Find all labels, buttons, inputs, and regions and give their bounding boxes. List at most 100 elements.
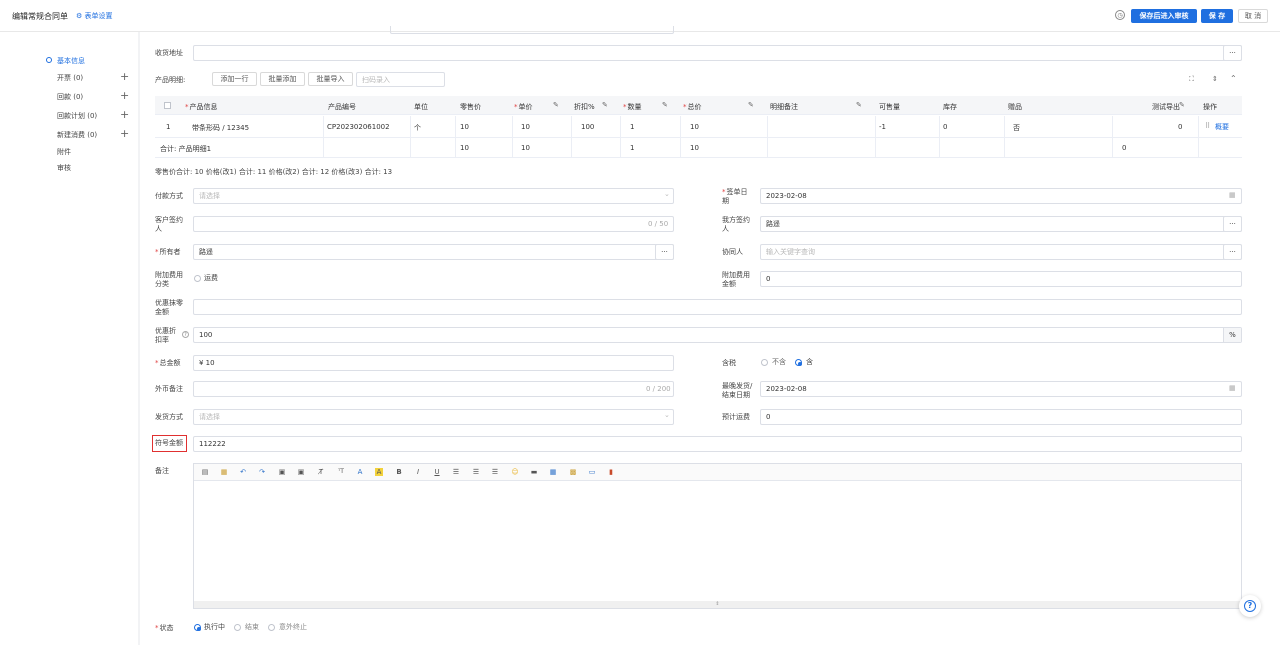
table-icon[interactable]: ▦ <box>549 468 557 476</box>
plus-icon[interactable]: + <box>120 127 129 140</box>
source-icon[interactable]: ▤ <box>201 468 209 476</box>
more-icon[interactable]: ··· <box>655 244 674 260</box>
paste-icon[interactable]: ▣ <box>278 468 286 476</box>
sidebar-item-attachments[interactable]: 附件 <box>57 147 71 157</box>
discount-rounding-input[interactable] <box>193 299 1242 315</box>
sidebar-item-review[interactable]: 审核 <box>57 163 71 173</box>
bg-color-icon[interactable]: A <box>375 468 383 476</box>
symbol-amount-input[interactable]: 112222 <box>193 436 1242 452</box>
select-all-checkbox[interactable] <box>164 102 171 109</box>
more-icon[interactable]: ··· <box>1223 244 1242 260</box>
tax-included-option[interactable]: 含 <box>806 358 813 367</box>
customer-signer-input[interactable] <box>193 216 674 232</box>
edit-icon[interactable]: ✎ <box>662 101 668 109</box>
tax-excluded-radio[interactable] <box>761 359 768 366</box>
owner-input[interactable]: 路遥 <box>193 244 674 260</box>
sum-label: 合计: 产品明细1 <box>160 145 212 153</box>
payment-method-select[interactable]: 请选择 <box>193 188 674 204</box>
ship-method-select[interactable]: 请选择 <box>193 409 674 425</box>
freight-radio[interactable] <box>194 275 201 282</box>
status-terminated-option[interactable]: 意外终止 <box>279 623 307 632</box>
image-icon[interactable]: ▩ <box>569 468 577 476</box>
help-button[interactable]: ? <box>1239 595 1261 617</box>
clock-icon[interactable]: ◷ <box>1115 10 1125 20</box>
edit-icon[interactable]: ✎ <box>553 101 559 109</box>
freight-option[interactable]: 运费 <box>204 274 218 283</box>
save-and-review-button[interactable]: 保存后进入审核 <box>1131 9 1197 23</box>
edit-icon[interactable]: ✎ <box>748 101 754 109</box>
attachment-icon[interactable]: ▮ <box>607 468 615 476</box>
sign-date-input[interactable]: 2023-02-08 <box>760 188 1242 204</box>
resize-handle[interactable]: ⇕ <box>194 601 1241 608</box>
help-icon[interactable]: ? <box>182 331 189 338</box>
status-ended-radio[interactable] <box>234 624 241 631</box>
sidebar-item-new-consumption[interactable]: 新建消费 (0) <box>57 130 97 140</box>
status-active-option[interactable]: 执行中 <box>204 623 225 632</box>
font-size-icon[interactable]: ᵀT <box>337 468 345 476</box>
insert-line-icon[interactable]: ▬ <box>530 468 538 476</box>
form-settings-link[interactable]: ⚙ 表单设置 <box>76 11 113 21</box>
fx-note-input[interactable] <box>193 381 674 397</box>
align-right-icon[interactable]: ☰ <box>491 468 499 476</box>
drag-handle-icon[interactable]: ⠿ <box>1205 122 1210 130</box>
redo-icon[interactable]: ↷ <box>258 468 266 476</box>
th-price: 单价 <box>514 102 533 112</box>
status-terminated-radio[interactable] <box>268 624 275 631</box>
collaborator-input[interactable]: 输入关键字查询 <box>760 244 1242 260</box>
cell-total[interactable]: 10 <box>690 123 699 131</box>
fullscreen-icon[interactable]: ⛶ <box>1189 75 1194 84</box>
our-signer-input[interactable]: 路遥 <box>760 216 1242 232</box>
remark-editor[interactable] <box>193 463 1242 609</box>
summary-link[interactable]: 概要 <box>1215 122 1229 132</box>
tax-included-radio[interactable] <box>795 359 802 366</box>
paste-text-icon[interactable]: ▣ <box>297 468 305 476</box>
clear-format-icon[interactable]: T̸ <box>317 468 325 476</box>
font-color-icon[interactable]: A <box>356 468 364 476</box>
est-freight-input[interactable]: 0 <box>760 409 1242 425</box>
sidebar-item-basic-info[interactable]: 基本信息 <box>57 56 85 66</box>
sidebar-item-invoice[interactable]: 开票 (0) <box>57 73 83 83</box>
sidebar-item-payment[interactable]: 回款 (0) <box>57 92 83 102</box>
emoji-icon[interactable]: ☺ <box>511 468 519 476</box>
sidebar-item-payment-plan[interactable]: 回款计划 (0) <box>57 111 97 121</box>
edit-icon[interactable]: ✎ <box>602 101 608 109</box>
underline-icon[interactable]: U <box>433 468 441 476</box>
shipping-address-input[interactable] <box>193 45 1242 61</box>
bold-icon[interactable]: B <box>395 468 403 476</box>
total-amount-input[interactable]: ¥ 10 <box>193 355 674 371</box>
cell-qty[interactable]: 1 <box>630 123 634 131</box>
cell-discount[interactable]: 100 <box>581 123 594 131</box>
grid-line <box>620 116 621 158</box>
plus-icon[interactable]: + <box>120 70 129 83</box>
discount-rate-input[interactable]: 100 <box>193 327 1242 343</box>
tax-excluded-option[interactable]: 不含 <box>772 358 786 367</box>
template-icon[interactable]: ▦ <box>220 468 228 476</box>
batch-add-button[interactable]: 批量添加 <box>260 72 305 86</box>
grid-line <box>571 116 572 158</box>
hr-icon[interactable]: ▭ <box>588 468 596 476</box>
chevron-up-icon[interactable]: ⌃ <box>1230 74 1237 83</box>
status-ended-option[interactable]: 结束 <box>245 623 259 632</box>
more-icon[interactable]: ··· <box>1223 45 1242 61</box>
more-icon[interactable]: ··· <box>1223 216 1242 232</box>
status-active-radio[interactable] <box>194 624 201 631</box>
extra-fee-amount-input[interactable]: 0 <box>760 271 1242 287</box>
plus-icon[interactable]: + <box>120 89 129 102</box>
italic-icon[interactable]: I <box>414 468 422 476</box>
edit-icon[interactable]: ✎ <box>856 101 862 109</box>
scan-input[interactable]: 扫码录入 <box>356 72 445 87</box>
cell-price[interactable]: 10 <box>521 123 530 131</box>
undo-icon[interactable]: ↶ <box>239 468 247 476</box>
plus-icon[interactable]: + <box>120 108 129 121</box>
cell-product[interactable]: 带条形码 / 12345 <box>192 123 249 133</box>
align-center-icon[interactable]: ☰ <box>472 468 480 476</box>
sort-icon[interactable]: ⇕ <box>1212 75 1218 83</box>
align-left-icon[interactable]: ☰ <box>452 468 460 476</box>
batch-import-button[interactable]: 批量导入 <box>308 72 353 86</box>
cell-unit: 个 <box>414 124 421 132</box>
save-button[interactable]: 保 存 <box>1201 9 1233 23</box>
cancel-button[interactable]: 取 消 <box>1238 9 1268 23</box>
add-row-button[interactable]: 添加一行 <box>212 72 257 86</box>
edit-icon[interactable]: ✎ <box>1179 101 1185 109</box>
latest-ship-date-input[interactable]: 2023-02-08 <box>760 381 1242 397</box>
